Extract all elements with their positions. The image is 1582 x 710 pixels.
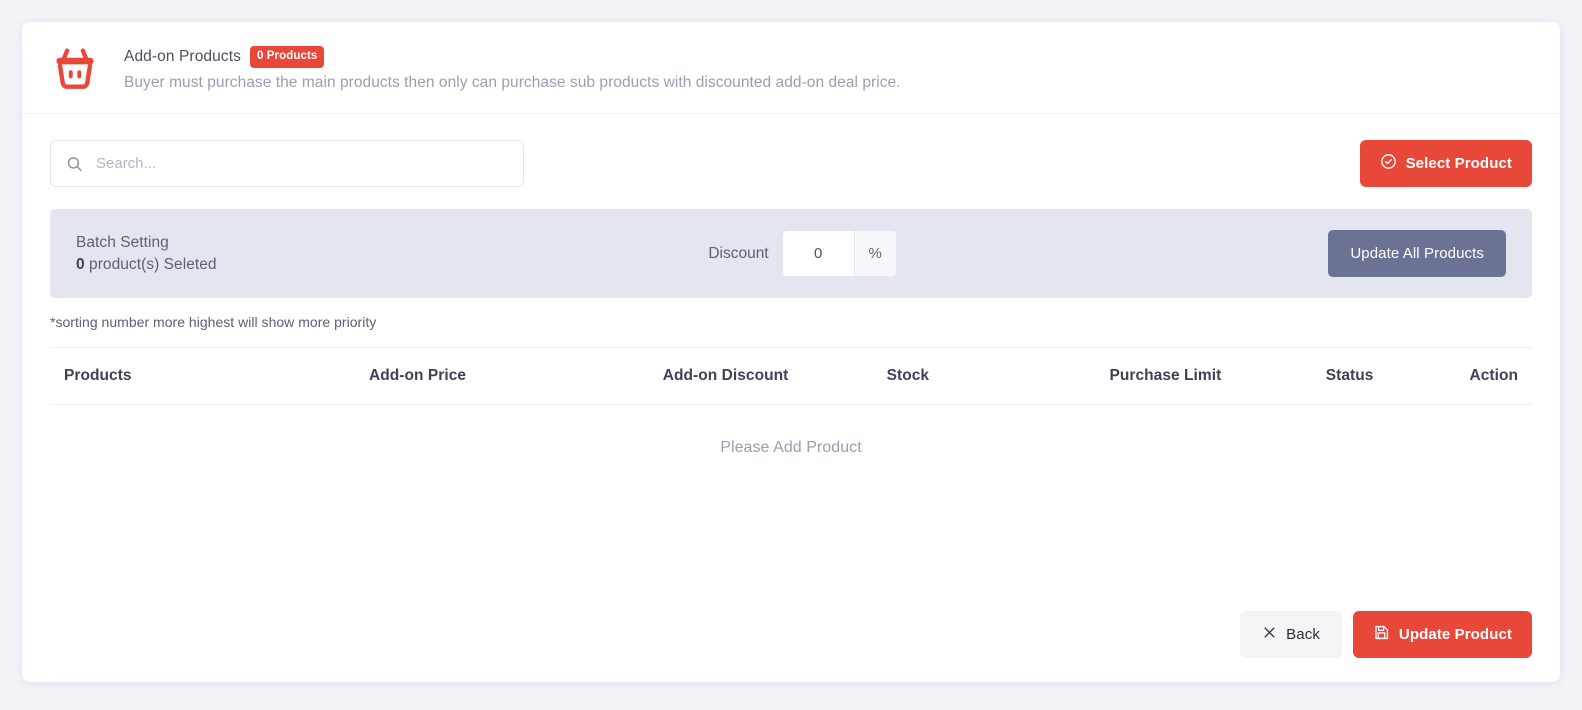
back-label: Back	[1286, 626, 1320, 643]
page-root: Add-on Products 0 Products Buyer must pu…	[0, 0, 1582, 710]
batch-setting-title: Batch Setting	[76, 233, 169, 251]
table-head: Products Add-on Price Add-on Discount St…	[50, 347, 1532, 405]
header-title-row: Add-on Products 0 Products	[124, 46, 901, 68]
select-product-button[interactable]: Select Product	[1359, 140, 1532, 187]
discount-input[interactable]	[781, 230, 854, 277]
update-product-button[interactable]: Update Product	[1352, 611, 1532, 658]
update-all-products-label: Update All Products	[1350, 245, 1484, 262]
batch-selected-suffix: product(s) Seleted	[84, 255, 217, 273]
back-button[interactable]: Back	[1240, 611, 1342, 658]
table-body: Please Add Product	[50, 405, 1532, 458]
discount-input-group: %	[781, 230, 897, 277]
table-empty-row: Please Add Product	[50, 405, 1532, 458]
empty-state-message: Please Add Product	[720, 439, 862, 456]
column-header-products: Products	[50, 347, 229, 405]
column-header-status: Status	[1243, 347, 1396, 405]
batch-actions: Update All Products	[1328, 230, 1506, 277]
table-header-row: Products Add-on Price Add-on Discount St…	[50, 347, 1532, 405]
card-footer: Back Update Product	[1240, 611, 1532, 658]
check-circle-icon	[1380, 153, 1397, 174]
select-product-label: Select Product	[1405, 155, 1512, 172]
search-field-wrapper	[50, 140, 524, 187]
update-all-products-button[interactable]: Update All Products	[1328, 230, 1506, 277]
column-header-addon-discount: Add-on Discount	[488, 347, 811, 405]
sorting-note: *sorting number more highest will show m…	[50, 314, 377, 330]
addon-products-card: Add-on Products 0 Products Buyer must pu…	[22, 22, 1560, 682]
header-description: Buyer must purchase the main products th…	[124, 73, 901, 91]
column-header-action: Action	[1395, 347, 1532, 405]
addon-products-table: Products Add-on Price Add-on Discount St…	[50, 347, 1532, 457]
search-input[interactable]	[50, 140, 524, 187]
column-header-addon-price: Add-on Price	[228, 347, 489, 405]
product-count-badge: 0 Products	[249, 46, 325, 68]
batch-selected-count-text: 0 product(s) Seleted	[76, 256, 217, 274]
batch-selected-count: 0	[76, 255, 85, 273]
page-title: Add-on Products	[124, 47, 241, 65]
toolbar: Select Product	[50, 140, 1532, 187]
batch-setting-panel: Batch Setting 0 product(s) Seleted Disco…	[50, 209, 1532, 298]
card-body: Select Product Batch Setting 0 product(s…	[22, 114, 1560, 457]
shopping-basket-icon	[50, 44, 100, 94]
card-header: Add-on Products 0 Products Buyer must pu…	[22, 22, 1560, 114]
discount-percent-addon: %	[853, 230, 897, 277]
close-x-icon	[1262, 625, 1277, 644]
save-floppy-icon	[1373, 624, 1390, 645]
header-text-block: Add-on Products 0 Products Buyer must pu…	[124, 44, 901, 92]
column-header-stock: Stock	[810, 347, 952, 405]
discount-label: Discount	[708, 244, 769, 262]
column-header-purchase-limit: Purchase Limit	[951, 347, 1244, 405]
batch-discount-controls: Discount %	[277, 230, 1329, 277]
batch-info: Batch Setting 0 product(s) Seleted	[76, 234, 217, 274]
update-product-label: Update Product	[1398, 626, 1512, 643]
